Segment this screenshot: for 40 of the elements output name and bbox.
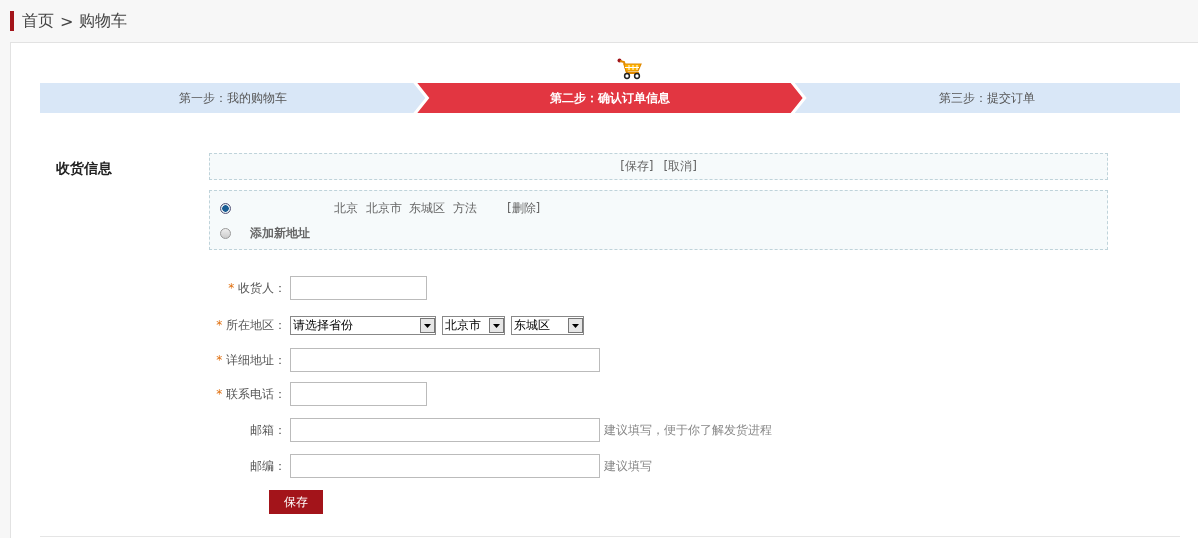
required-mark: * bbox=[216, 386, 223, 401]
cart-icon bbox=[617, 58, 643, 80]
field-label: 联系电话： bbox=[226, 386, 286, 401]
save-button[interactable]: 保存 bbox=[269, 490, 323, 514]
required-mark: * bbox=[216, 317, 223, 332]
required-mark: * bbox=[216, 352, 223, 367]
section-title: 收货信息 bbox=[55, 159, 113, 178]
field-label: 所在地区： bbox=[226, 317, 286, 332]
input-field[interactable] bbox=[290, 418, 600, 442]
field-label: 邮编： bbox=[250, 458, 286, 473]
field-label: 收货人： bbox=[238, 280, 286, 295]
add-address-label: 添加新地址 bbox=[250, 225, 310, 242]
input-field[interactable] bbox=[290, 454, 600, 478]
input-field[interactable] bbox=[290, 276, 427, 300]
dropdown[interactable]: 请选择省份 bbox=[290, 315, 436, 335]
caret-icon bbox=[489, 317, 504, 333]
radio-button[interactable] bbox=[220, 203, 231, 214]
action-link[interactable]: [取消] bbox=[663, 158, 697, 175]
progress-step: 第二步：确认订单信息 bbox=[417, 83, 803, 113]
delete-link[interactable]: [删除] bbox=[506, 200, 541, 217]
caret-icon bbox=[420, 317, 435, 333]
hint-text: 建议填写，便于你了解发货进程 bbox=[604, 421, 772, 439]
radio-button[interactable] bbox=[220, 228, 231, 239]
caret-icon bbox=[568, 317, 583, 333]
required-mark: * bbox=[228, 280, 235, 295]
input-field[interactable] bbox=[290, 382, 427, 406]
field-label: 详细地址： bbox=[226, 352, 286, 367]
progress-step: 第三步：提交订单 bbox=[794, 83, 1180, 113]
field-label: 邮箱： bbox=[250, 422, 286, 437]
breadcrumb-current: 购物车 bbox=[79, 10, 128, 32]
dropdown[interactable]: 东城区 bbox=[511, 315, 584, 335]
progress-step: 第一步：我的购物车 bbox=[40, 83, 426, 113]
action-link[interactable]: [保存] bbox=[620, 158, 654, 175]
hint-text: 建议填写 bbox=[604, 457, 652, 475]
input-field[interactable] bbox=[290, 348, 600, 372]
address-text: 北京 北京市 东城区 方法 bbox=[334, 200, 477, 217]
breadcrumb-separator: > bbox=[60, 11, 74, 31]
dropdown[interactable]: 北京市 bbox=[442, 315, 505, 335]
home-link[interactable]: 首页 bbox=[22, 10, 54, 32]
accent-bar bbox=[10, 11, 14, 31]
